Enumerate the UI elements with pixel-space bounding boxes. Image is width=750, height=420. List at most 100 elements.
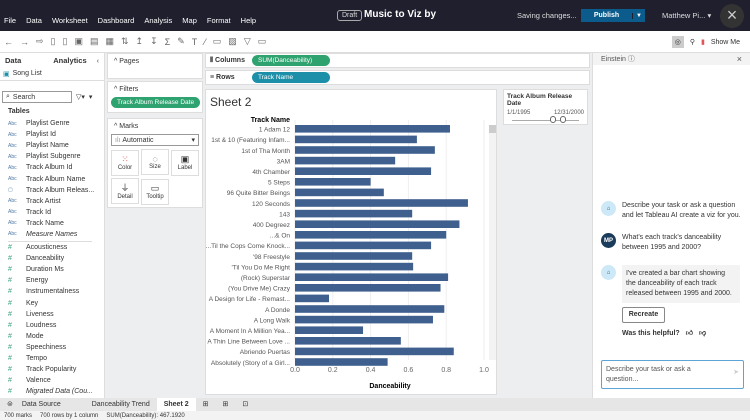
sum-icon[interactable]: Σ [165,37,171,47]
highlight-icon[interactable]: ✎ [177,36,185,47]
pages-shelf[interactable]: ^ Pages [107,53,203,79]
send-icon[interactable]: ➤ [733,368,739,378]
bar[interactable] [295,188,384,197]
thumbs-up-icon[interactable]: 👍︎ [686,329,693,339]
columns-pill[interactable]: SUM(Danceability) [252,55,330,66]
tab-analytics[interactable]: Analytics [48,56,91,65]
menu-analysis[interactable]: Analysis [144,16,172,25]
field-item[interactable]: Abc Measure Names [0,229,104,240]
bar[interactable] [295,231,447,239]
field-item[interactable]: # Tempo [0,353,104,364]
bar[interactable] [295,241,432,250]
user-menu[interactable]: Matthew Pi... ▾ [662,11,711,20]
label-card[interactable]: ▣ Label [171,149,199,176]
field-item[interactable]: # Migrated Data (Cou... [0,386,104,397]
recreate-button[interactable]: Recreate [622,307,665,323]
bar[interactable] [295,326,364,334]
undo-icon[interactable]: ← [4,37,13,47]
filter-icon[interactable]: ▽▾ [76,93,85,101]
new-story-icon[interactable]: ⊡ [235,398,255,411]
field-item[interactable]: Abc Track Album Name [0,173,104,184]
tooltip-icon[interactable]: ▽ [244,36,251,47]
field-item[interactable]: Abc Playlist Name [0,140,104,151]
bar[interactable] [295,135,417,144]
tab-data[interactable]: Data [0,56,26,65]
size-card[interactable]: ◌ Size [141,149,169,175]
filter-pill[interactable]: Track Album Release Date [111,97,201,108]
columns-shelf[interactable]: ⦀ Columns SUM(Danceability) [205,53,590,68]
einstein-input[interactable]: Describe your task or ask a question... ➤ [601,360,744,389]
info-icon[interactable]: ⓘ [628,54,635,64]
bar[interactable] [295,167,432,175]
bar[interactable] [295,273,449,281]
menu-map[interactable]: Map [182,16,197,25]
scrollbar-thumb[interactable] [489,125,496,133]
show-me-button[interactable]: ◎ ⚲ ▮ Show Me [671,36,740,48]
bar[interactable] [295,146,435,154]
field-item[interactable]: Abc Track Album Id [0,162,104,173]
field-item[interactable]: # Valence [0,375,104,386]
field-item[interactable]: # Acousticness [0,242,104,253]
publish-button[interactable]: Publish ▼ [581,9,645,22]
rows-pill[interactable]: Track Name [252,72,330,83]
redo-icon[interactable]: → [20,37,29,47]
field-item[interactable]: Abc Playlist Id [0,129,104,140]
new-datasource-icon[interactable]: ▯ [51,36,56,47]
field-item[interactable]: # Speechiness [0,342,104,353]
detail-card[interactable]: ⏚ Detail [111,177,139,204]
field-item[interactable]: ▢ Track Album Releas... [0,185,104,196]
field-item[interactable]: Abc Track Id [0,207,104,218]
menu-dropdown-icon[interactable]: ▾ [89,93,93,101]
field-item[interactable]: # Duration Ms [0,264,104,275]
thumbs-down-icon[interactable]: 👎︎ [699,329,706,339]
field-item[interactable]: Abc Playlist Genre [0,118,104,129]
mark-type-dropdown[interactable]: ılı Automatic ▾ [111,134,199,146]
date-range-slider[interactable] [512,116,579,125]
bar[interactable] [295,347,454,356]
bar[interactable] [295,220,460,228]
field-item[interactable]: # Liveness [0,309,104,320]
sort-asc-icon[interactable]: ↥ [136,36,144,47]
pause-icon[interactable]: ▯ [63,36,68,47]
annotate-icon[interactable]: ⁄ [204,37,206,47]
field-item[interactable]: # Danceability [0,253,104,264]
tab-data-source[interactable]: ⊜ Data Source [0,398,75,411]
menu-data[interactable]: Data [26,16,42,25]
bar[interactable] [295,262,414,271]
menu-file[interactable]: File [4,16,16,25]
new-sheet-icon[interactable]: ▣ [74,36,83,47]
bar[interactable] [295,305,445,313]
bar[interactable] [295,209,413,218]
bar[interactable] [295,156,396,165]
search-input[interactable]: ⌕ Search [2,91,72,103]
close-icon[interactable]: × [737,54,742,64]
new-dashboard-icon[interactable]: ⊞ [216,398,236,411]
presentation-icon[interactable]: ▭ [258,36,267,47]
close-icon[interactable]: × [720,4,744,28]
field-item[interactable]: # Mode [0,331,104,342]
menu-format[interactable]: Format [207,16,231,25]
filters-shelf[interactable]: ^ Filters Track Album Release Date [107,81,203,113]
einstein-icon[interactable]: ◎ [671,36,684,48]
slider-start-handle[interactable] [550,116,556,123]
field-item[interactable]: # Energy [0,275,104,286]
scrollbar[interactable] [489,125,496,360]
field-item[interactable]: # Instrumentalness [0,286,104,297]
field-item[interactable]: Abc Track Artist [0,196,104,207]
field-item[interactable]: # Track Popularity [0,364,104,375]
workbook-title[interactable]: Music to Viz by [364,9,436,20]
bar[interactable] [295,252,413,260]
rows-shelf[interactable]: ≡ Rows Track Name [205,70,590,85]
menu-dashboard[interactable]: Dashboard [98,16,135,25]
field-item[interactable]: Abc Track Name [0,218,104,229]
new-worksheet-icon[interactable]: ⊞ [196,398,216,411]
field-item[interactable]: # Loudness [0,320,104,331]
replay-icon[interactable]: ⇨ [36,36,44,47]
slider-end-handle[interactable] [560,116,566,123]
bar[interactable] [295,125,450,133]
bar[interactable] [295,199,468,207]
color-card[interactable]: ⁙ Color [111,149,139,176]
bar[interactable] [295,315,433,324]
tab-sheet-2[interactable]: Sheet 2 [156,398,196,411]
bar[interactable] [295,358,388,366]
